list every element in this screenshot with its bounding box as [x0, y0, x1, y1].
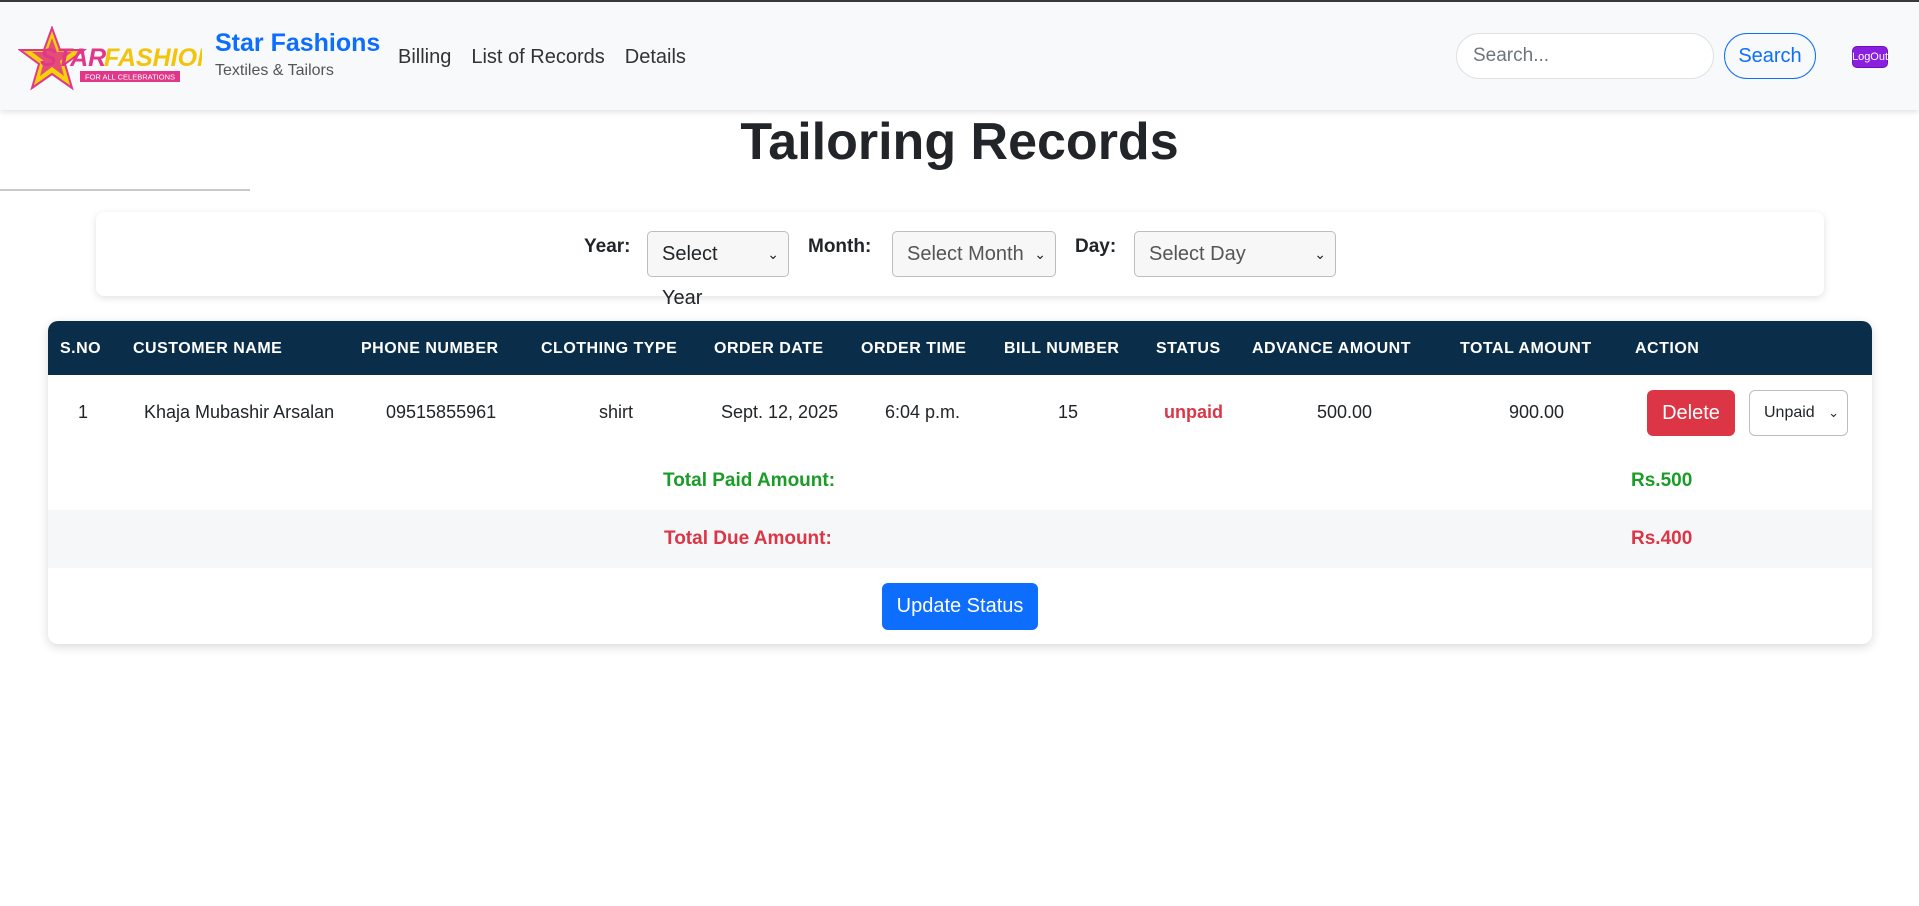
year-select[interactable]: Select Year ⌄ — [647, 231, 789, 309]
cell-customer-name: Khaja Mubashir Arsalan — [144, 402, 335, 422]
cell-clothing-type: shirt — [599, 402, 634, 422]
cell-order-date: Sept. 12, 2025 — [721, 402, 839, 422]
header-customer-name: CUSTOMER NAME — [133, 340, 283, 357]
status-badge: unpaid — [1164, 402, 1223, 422]
chevron-down-icon: ⌄ — [1828, 405, 1839, 420]
day-select-value: Select Day — [1149, 243, 1246, 265]
status-select-value: Unpaid — [1764, 404, 1815, 421]
total-paid-row: Total Paid Amount: Rs.500 — [48, 452, 1872, 510]
cell-bill-number: 15 — [1058, 402, 1079, 422]
header-order-time: ORDER TIME — [861, 340, 967, 357]
header-bill-number: BILL NUMBER — [1004, 340, 1120, 357]
total-due-row: Total Due Amount: Rs.400 — [48, 510, 1872, 568]
total-paid-value: Rs.500 — [1631, 470, 1693, 491]
nav-details[interactable]: Details — [625, 46, 686, 69]
navbar: STAR FASHION FOR ALL CELEBRATIONS Star F… — [0, 2, 1919, 110]
logo-tagline: FOR ALL CELEBRATIONS — [85, 73, 175, 82]
header-total-amount: TOTAL AMOUNT — [1460, 340, 1592, 357]
logo-text-fashion: FASHION — [104, 44, 202, 72]
cell-total-amount: 900.00 — [1509, 402, 1565, 422]
total-due-label: Total Due Amount: — [664, 528, 832, 549]
header-clothing-type: CLOTHING TYPE — [541, 340, 678, 357]
brand-subtitle: Textiles & Tailors — [215, 62, 334, 79]
header-status: STATUS — [1156, 340, 1221, 357]
month-select[interactable]: Select Month ⌄ — [892, 231, 1056, 277]
header-action: ACTION — [1635, 340, 1700, 357]
header-phone-number: PHONE NUMBER — [361, 340, 499, 357]
update-status-button[interactable]: Update Status — [882, 583, 1038, 630]
cell-order-time: 6:04 p.m. — [885, 402, 961, 422]
month-label: Month: — [808, 236, 872, 257]
delete-button[interactable]: Delete — [1647, 390, 1735, 436]
month-select-value: Select Month — [907, 243, 1024, 265]
nav-links: Billing List of Records Details — [398, 46, 686, 69]
records-table: S.NO CUSTOMER NAME PHONE NUMBER CLOTHING… — [48, 321, 1872, 644]
year-select-value: Select Year — [662, 243, 718, 309]
table-header: S.NO CUSTOMER NAME PHONE NUMBER CLOTHING… — [48, 321, 1872, 375]
search-button[interactable]: Search — [1724, 33, 1816, 79]
cell-sno: 1 — [78, 402, 89, 422]
brand: Star Fashions Textiles & Tailors — [215, 26, 380, 80]
cell-phone: 09515855961 — [386, 402, 497, 422]
logo-text-star: STAR — [40, 44, 106, 72]
page-title: Tailoring Records — [740, 113, 1179, 171]
header-advance-amount: ADVANCE AMOUNT — [1252, 340, 1411, 357]
year-label: Year: — [584, 236, 631, 257]
day-label: Day: — [1075, 236, 1117, 257]
status-select[interactable]: Unpaid ⌄ — [1749, 390, 1848, 436]
star-fashion-logo[interactable]: STAR FASHION FOR ALL CELEBRATIONS — [18, 26, 202, 94]
chevron-down-icon: ⌄ — [1314, 246, 1326, 262]
brand-name[interactable]: Star Fashions — [215, 26, 380, 60]
nav-billing[interactable]: Billing — [398, 46, 451, 69]
header-order-date: ORDER DATE — [714, 340, 824, 357]
total-due-value: Rs.400 — [1631, 528, 1693, 549]
chevron-down-icon: ⌄ — [767, 246, 779, 262]
total-paid-label: Total Paid Amount: — [663, 470, 836, 491]
nav-list-of-records[interactable]: List of Records — [471, 46, 604, 69]
divider — [0, 189, 250, 191]
cell-advance-amount: 500.00 — [1317, 402, 1373, 422]
search-input[interactable] — [1456, 33, 1714, 79]
logout-button[interactable]: LogOut — [1852, 46, 1888, 68]
header-sno: S.NO — [60, 340, 102, 357]
chevron-down-icon: ⌄ — [1034, 246, 1046, 262]
day-select[interactable]: Select Day ⌄ — [1134, 231, 1336, 277]
